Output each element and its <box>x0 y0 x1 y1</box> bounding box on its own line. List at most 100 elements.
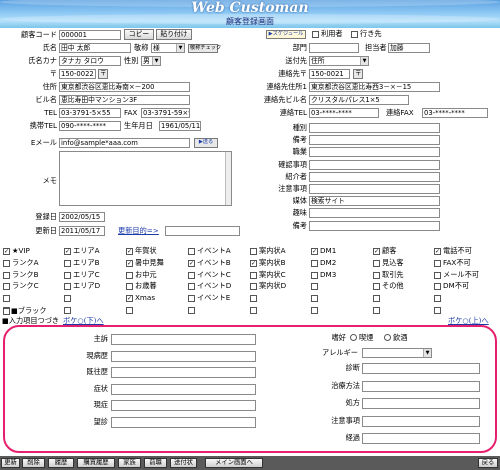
right-field-input[interactable] <box>309 123 440 133</box>
kana-input[interactable]: タナカ タロウ <box>59 56 121 66</box>
checkbox-item[interactable] <box>64 295 71 303</box>
delete-button[interactable]: 削除 <box>22 458 45 468</box>
checkbox-item[interactable] <box>250 248 257 255</box>
tel-input[interactable]: 03-3791-5×55 <box>59 108 121 118</box>
checkbox-item[interactable] <box>64 271 71 279</box>
contact-address-input[interactable]: 東京都渋谷区恵比寿西3－×－15 <box>309 82 440 92</box>
checkbox-item[interactable] <box>373 295 380 303</box>
memo-textarea[interactable] <box>59 151 232 206</box>
right-field-input[interactable]: 検索サイト <box>309 196 440 207</box>
right-field-input[interactable] <box>309 208 440 219</box>
birthday-input[interactable]: 1961/05/11 <box>159 121 201 131</box>
medical-field-input[interactable] <box>111 383 256 395</box>
checkbox-item[interactable] <box>311 259 318 267</box>
fax-input[interactable]: 03-3791-59×9 <box>141 108 190 118</box>
checkbox-item[interactable] <box>373 283 380 291</box>
medical-field-input[interactable] <box>362 363 480 374</box>
medical-field-input[interactable] <box>111 334 256 345</box>
checkbox-item[interactable] <box>64 259 71 267</box>
checkbox-item[interactable] <box>311 271 318 279</box>
medical-field-input[interactable] <box>362 415 480 427</box>
checkbox-item[interactable] <box>250 271 257 279</box>
contact-building-input[interactable]: クリスタルパレス1×5 <box>309 95 409 105</box>
email-input[interactable]: info@sample*aaa.com <box>59 138 190 148</box>
checkbox-item[interactable] <box>250 295 257 303</box>
checkbox-item[interactable] <box>434 307 441 314</box>
contact-postal-lookup-button[interactable]: 〒 <box>353 69 363 79</box>
copy-button[interactable]: コピー <box>124 29 154 40</box>
medical-field-input[interactable] <box>111 400 256 411</box>
checkbox-item[interactable] <box>3 295 10 303</box>
checkbox-item[interactable]: ✓ <box>126 248 133 255</box>
medical-field-input[interactable] <box>111 416 256 428</box>
contact-fax-input[interactable]: 03-****-**** <box>422 108 488 118</box>
checkbox-item[interactable] <box>188 283 195 291</box>
checkbox-item[interactable] <box>311 283 318 291</box>
checkbox-item[interactable] <box>188 248 195 255</box>
main-screen-button[interactable]: メイン画面へ <box>205 458 263 468</box>
checkbox-item[interactable] <box>3 271 10 279</box>
checkbox-item[interactable] <box>126 271 133 279</box>
checkbox-item[interactable] <box>64 307 71 314</box>
medical-field-input[interactable] <box>362 433 480 444</box>
checkbox-item[interactable]: ✓ <box>3 248 10 255</box>
checkbox-item[interactable] <box>434 295 441 303</box>
checkbox-item[interactable] <box>311 295 318 303</box>
right-field-input[interactable] <box>309 171 440 182</box>
paste-button[interactable]: 貼り付け <box>156 29 192 40</box>
checkbox-item[interactable]: ✓ <box>250 259 257 267</box>
checkbox-item[interactable]: ✓ <box>188 259 195 267</box>
user-checkbox[interactable] <box>312 31 319 38</box>
checkbox-item[interactable] <box>250 283 257 291</box>
updated-input[interactable]: 2011/05/17 <box>59 226 105 236</box>
address-input[interactable]: 東京都渋谷区恵比寿南×－200 <box>59 82 190 92</box>
medical-field-input[interactable] <box>111 350 256 362</box>
mobile-input[interactable]: 090-****-**** <box>59 121 121 131</box>
checkbox-item[interactable] <box>3 259 10 267</box>
checkbox-item[interactable]: ✓ <box>373 248 380 255</box>
right-field-input[interactable] <box>309 220 440 231</box>
memo-scrollbar[interactable] <box>225 152 231 205</box>
department-input[interactable] <box>309 43 359 53</box>
delivery-select[interactable]: 住所 ▼ <box>309 56 369 66</box>
medical-field-input[interactable] <box>362 398 480 409</box>
right-field-input[interactable] <box>309 135 440 146</box>
smoking-radio[interactable] <box>350 334 357 341</box>
send-email-button[interactable]: ▶送る <box>194 138 218 148</box>
checkbox-item[interactable] <box>126 307 133 314</box>
medical-field-input[interactable] <box>362 380 480 392</box>
medical-field-input[interactable] <box>111 367 256 378</box>
checkbox-item[interactable] <box>188 307 195 314</box>
cover-letter-button[interactable]: 送付状 <box>170 458 197 468</box>
checkbox-item[interactable] <box>434 271 441 279</box>
checkbox-item[interactable] <box>126 283 133 291</box>
update-button[interactable]: 更新 <box>1 458 20 468</box>
contact-postal-input[interactable]: 150-0021 <box>309 69 350 79</box>
checkbox-item[interactable] <box>434 283 441 291</box>
honorific-select[interactable]: 様 ▼ <box>151 43 185 53</box>
checkbox-item[interactable] <box>434 259 441 267</box>
honorific-check-button[interactable]: 敬称チェック <box>188 44 221 53</box>
right-field-input[interactable] <box>309 147 440 158</box>
back-button[interactable]: 戻る <box>478 458 498 468</box>
checkbox-item[interactable] <box>373 271 380 279</box>
destination-checkbox[interactable] <box>351 31 358 38</box>
postal-input[interactable]: 150-0022 <box>59 69 96 79</box>
customer-code-input[interactable]: 000001 <box>59 30 121 40</box>
registered-input[interactable]: 2002/05/15 <box>59 212 105 222</box>
postal-lookup-button[interactable]: 〒 <box>98 69 108 79</box>
history-button[interactable]: 履歴 <box>48 458 74 468</box>
checkbox-item[interactable]: ✓ <box>311 248 318 255</box>
checkbox-item[interactable] <box>188 295 195 303</box>
allergy-select[interactable]: ▼ <box>362 348 432 358</box>
drinking-radio[interactable] <box>384 334 391 341</box>
right-field-input[interactable] <box>309 159 440 170</box>
checkbox-item[interactable] <box>250 307 257 314</box>
update-purpose-input[interactable] <box>165 226 240 236</box>
checkbox-item[interactable]: ✓ <box>126 259 133 267</box>
right-field-input[interactable] <box>309 184 440 194</box>
checkbox-item[interactable] <box>373 307 380 314</box>
checkbox-item[interactable] <box>188 271 195 279</box>
schedule-button[interactable]: ▶スケジュール <box>266 30 306 39</box>
family-button[interactable]: 家族 <box>118 458 141 468</box>
